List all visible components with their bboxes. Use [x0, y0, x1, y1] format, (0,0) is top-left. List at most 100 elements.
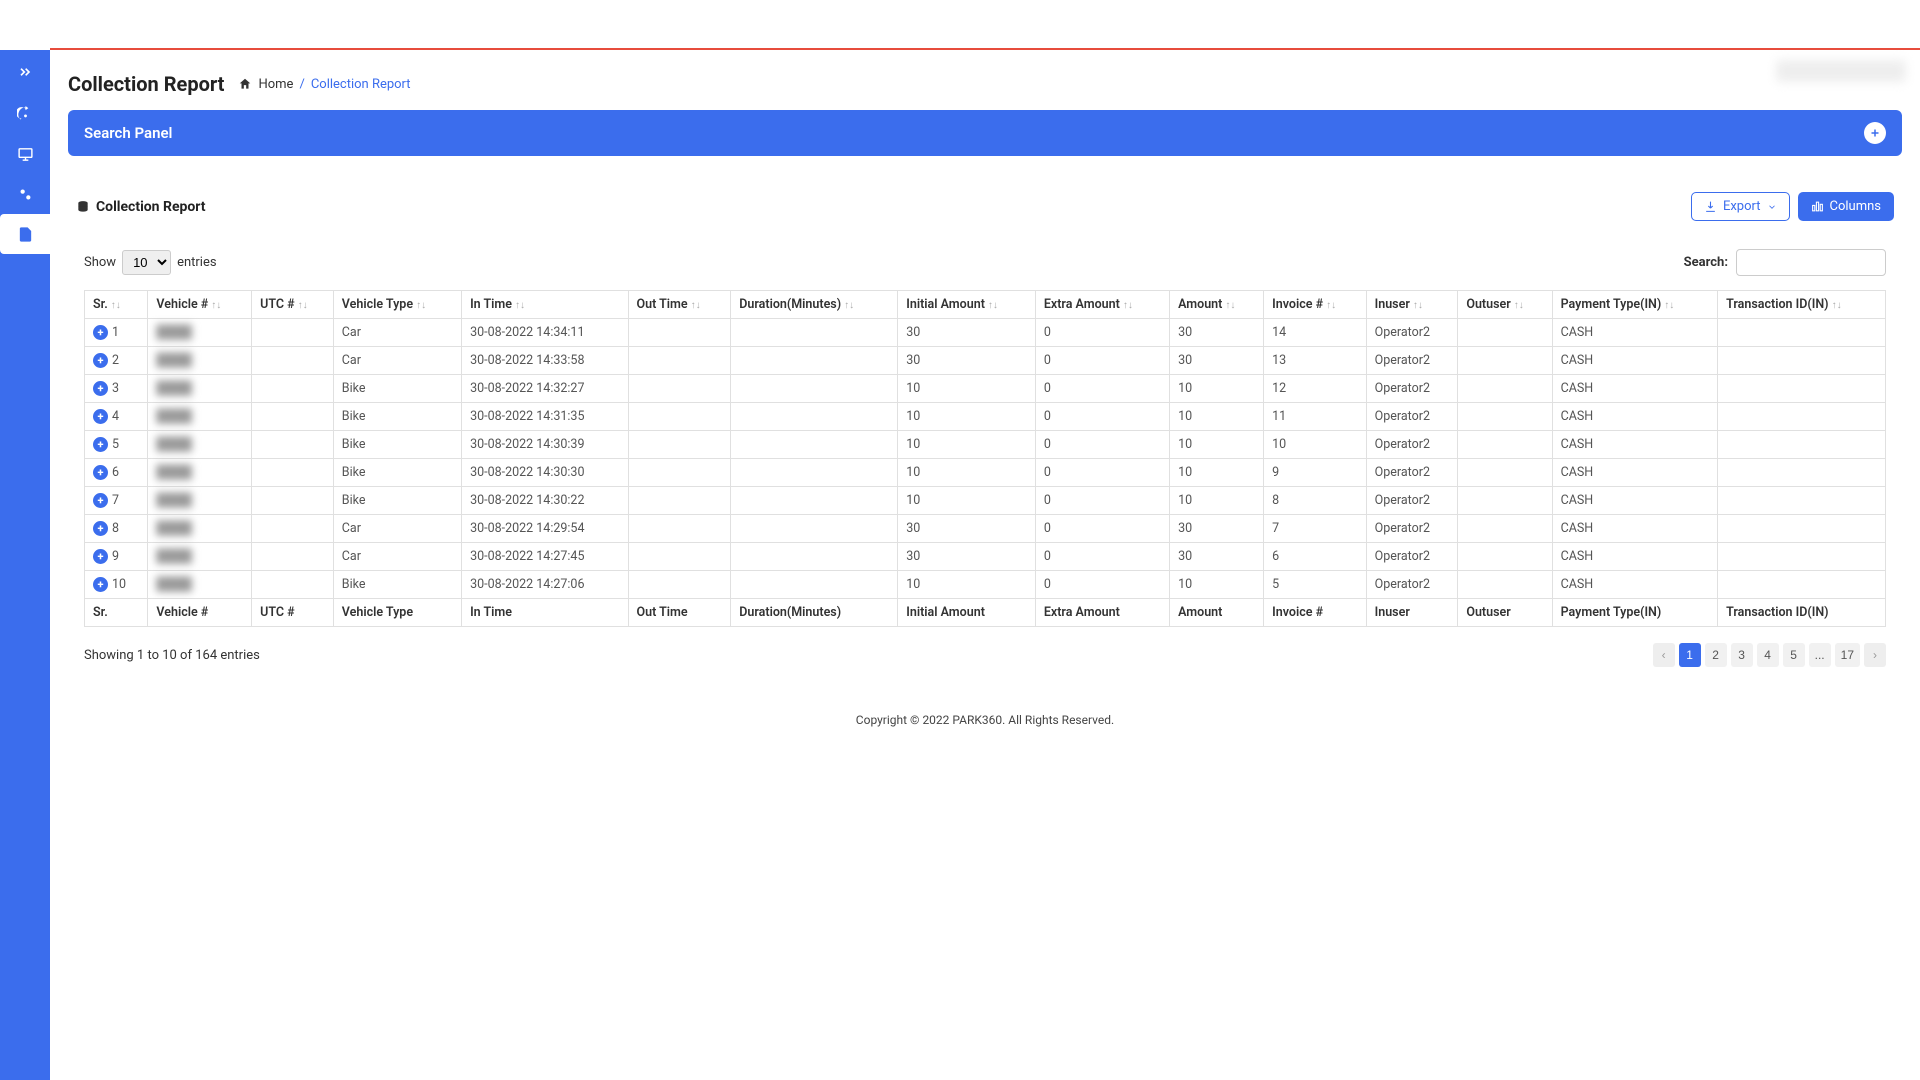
cell-utc — [252, 487, 334, 515]
cell-txn — [1718, 515, 1886, 543]
page-size-select[interactable]: 10 — [122, 250, 171, 275]
search-label: Search: — [1684, 255, 1728, 270]
column-header[interactable]: In Time↑↓ — [462, 291, 628, 319]
row-expand-button[interactable]: + — [93, 353, 108, 368]
column-header[interactable]: Inuser↑↓ — [1366, 291, 1458, 319]
cell-pay: CASH — [1552, 319, 1718, 347]
cell-pay: CASH — [1552, 459, 1718, 487]
cell-type: Bike — [333, 571, 461, 599]
search-panel-expand[interactable] — [1864, 122, 1886, 144]
search-input[interactable] — [1736, 249, 1886, 276]
sidebar-item-dashboard[interactable] — [0, 94, 50, 134]
cell-vehicle: ████ — [148, 487, 252, 515]
table-footer: Showing 1 to 10 of 164 entries ‹12345...… — [84, 643, 1886, 667]
row-expand-button[interactable]: + — [93, 409, 108, 424]
row-expand-button[interactable]: + — [93, 465, 108, 480]
column-header[interactable]: Vehicle Type↑↓ — [333, 291, 461, 319]
breadcrumb-current[interactable]: Collection Report — [311, 77, 411, 92]
cell-init: 30 — [898, 347, 1036, 375]
column-header[interactable]: Transaction ID(IN)↑↓ — [1718, 291, 1886, 319]
column-header[interactable]: Vehicle #↑↓ — [148, 291, 252, 319]
search-panel[interactable]: Search Panel — [68, 110, 1902, 156]
cell-inv: 12 — [1264, 375, 1366, 403]
chevron-down-icon — [1767, 202, 1777, 212]
column-header[interactable]: UTC #↑↓ — [252, 291, 334, 319]
page-ellipsis: ... — [1809, 643, 1831, 667]
column-header[interactable]: Out Time↑↓ — [628, 291, 731, 319]
cell-in: 30-08-2022 14:31:35 — [462, 403, 628, 431]
table-controls: Show 10 entries Search: — [84, 249, 1886, 276]
column-header[interactable]: Amount↑↓ — [1170, 291, 1264, 319]
cell-in: 30-08-2022 14:34:11 — [462, 319, 628, 347]
row-expand-button[interactable]: + — [93, 521, 108, 536]
breadcrumb-sep: / — [299, 77, 304, 92]
row-expand-button[interactable]: + — [93, 577, 108, 592]
plus-icon — [1869, 127, 1881, 139]
cell-dur — [731, 515, 898, 543]
cell-init: 10 — [898, 431, 1036, 459]
page-2[interactable]: 2 — [1705, 643, 1727, 667]
page-4[interactable]: 4 — [1757, 643, 1779, 667]
sidebar — [0, 50, 50, 1080]
column-header[interactable]: Sr.↑↓ — [85, 291, 148, 319]
sidebar-item-reports[interactable] — [0, 214, 50, 254]
page-next[interactable]: › — [1864, 643, 1886, 667]
cell-sr: +9 — [85, 543, 148, 571]
cell-outuser — [1458, 515, 1552, 543]
cell-vehicle: ████ — [148, 403, 252, 431]
report-card: Show 10 entries Search: Sr.↑↓Vehicle #↑↓… — [68, 231, 1902, 685]
row-expand-button[interactable]: + — [93, 381, 108, 396]
cell-init: 10 — [898, 571, 1036, 599]
cell-in: 30-08-2022 14:30:30 — [462, 459, 628, 487]
cell-utc — [252, 515, 334, 543]
page-3[interactable]: 3 — [1731, 643, 1753, 667]
column-header[interactable]: Outuser↑↓ — [1458, 291, 1552, 319]
column-footer: Duration(Minutes) — [731, 599, 898, 627]
column-header[interactable]: Duration(Minutes)↑↓ — [731, 291, 898, 319]
cell-dur — [731, 403, 898, 431]
page-5[interactable]: 5 — [1783, 643, 1805, 667]
pagination: ‹12345...17› — [1653, 643, 1886, 667]
column-footer: Transaction ID(IN) — [1718, 599, 1886, 627]
sidebar-toggle[interactable] — [0, 50, 50, 94]
cell-type: Bike — [333, 487, 461, 515]
cell-utc — [252, 571, 334, 599]
column-header[interactable]: Payment Type(IN)↑↓ — [1552, 291, 1718, 319]
cell-extra: 0 — [1035, 431, 1169, 459]
cell-init: 10 — [898, 487, 1036, 515]
column-header[interactable]: Invoice #↑↓ — [1264, 291, 1366, 319]
cell-amt: 30 — [1170, 347, 1264, 375]
cell-amt: 30 — [1170, 319, 1264, 347]
breadcrumb-home[interactable]: Home — [258, 77, 293, 92]
row-expand-button[interactable]: + — [93, 437, 108, 452]
sort-icon: ↑↓ — [416, 300, 426, 311]
page-prev[interactable]: ‹ — [1653, 643, 1675, 667]
sidebar-item-monitor[interactable] — [0, 134, 50, 174]
show-entries: Show 10 entries — [84, 250, 217, 275]
sort-icon: ↑↓ — [111, 300, 121, 311]
export-button[interactable]: Export — [1691, 192, 1790, 221]
page-17[interactable]: 17 — [1835, 643, 1860, 667]
row-expand-button[interactable]: + — [93, 325, 108, 340]
table-row: +4████Bike30-08-2022 14:31:351001011Oper… — [85, 403, 1886, 431]
column-header[interactable]: Initial Amount↑↓ — [898, 291, 1036, 319]
page-1[interactable]: 1 — [1679, 643, 1701, 667]
sort-icon: ↑↓ — [1123, 300, 1133, 311]
sidebar-item-settings[interactable] — [0, 174, 50, 214]
cell-extra: 0 — [1035, 543, 1169, 571]
cell-sr: +7 — [85, 487, 148, 515]
cell-inuser: Operator2 — [1366, 459, 1458, 487]
cell-inv: 10 — [1264, 431, 1366, 459]
column-header[interactable]: Extra Amount↑↓ — [1035, 291, 1169, 319]
column-footer: Out Time — [628, 599, 731, 627]
cell-utc — [252, 319, 334, 347]
table-row: +2████Car30-08-2022 14:33:583003013Opera… — [85, 347, 1886, 375]
table-row: +3████Bike30-08-2022 14:32:271001012Oper… — [85, 375, 1886, 403]
cell-init: 10 — [898, 403, 1036, 431]
page-title: Collection Report — [68, 72, 224, 96]
row-expand-button[interactable]: + — [93, 549, 108, 564]
cell-utc — [252, 403, 334, 431]
sort-icon: ↑↓ — [211, 300, 221, 311]
row-expand-button[interactable]: + — [93, 493, 108, 508]
columns-button[interactable]: Columns — [1798, 192, 1895, 221]
